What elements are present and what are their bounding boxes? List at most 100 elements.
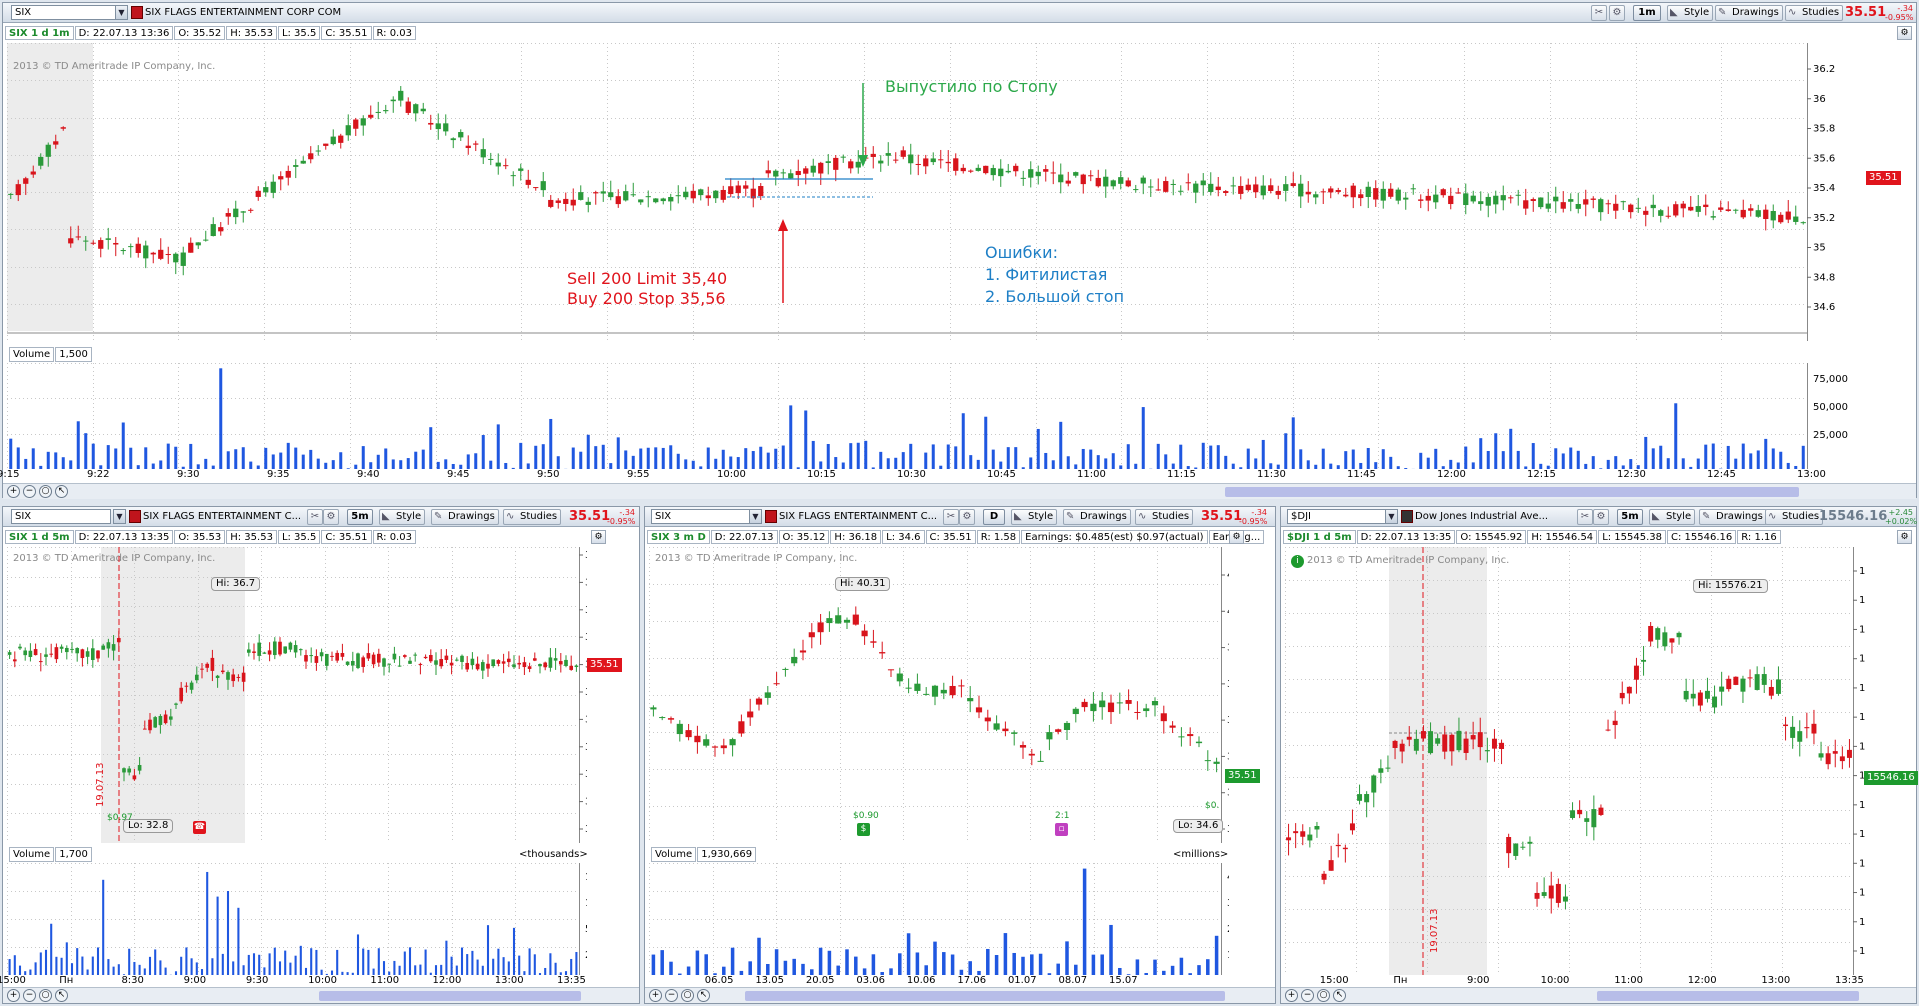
- scroll-thumb[interactable]: [745, 991, 1225, 1001]
- time-axis-label: 11:00: [1614, 975, 1644, 986]
- drawings-button[interactable]: ✎ Drawings: [431, 509, 499, 525]
- chart-settings-icon[interactable]: ⚙: [1897, 26, 1912, 40]
- candle-body: [570, 199, 576, 206]
- pointer-icon[interactable]: ↖: [1333, 989, 1346, 1002]
- candle-body: [747, 711, 754, 718]
- studies-button[interactable]: ∿ Studies: [1785, 5, 1844, 21]
- symbol-input[interactable]: $DJI: [1287, 509, 1387, 524]
- settings-icon[interactable]: ⚙: [323, 509, 339, 525]
- zoom-out-icon[interactable]: −: [23, 989, 36, 1002]
- chart-settings-icon[interactable]: ⚙: [591, 530, 606, 544]
- settings-icon[interactable]: ⚙: [1593, 509, 1609, 525]
- volume-bar: [310, 948, 313, 975]
- style-button[interactable]: ◣ Style: [1011, 509, 1058, 525]
- settings-icon[interactable]: ⚙: [959, 509, 975, 525]
- drawings-button[interactable]: ✎ Drawings: [1063, 509, 1131, 525]
- candle-body: [473, 143, 479, 145]
- split-event-icon[interactable]: ▫: [1055, 823, 1068, 836]
- volume-bar: [669, 961, 673, 975]
- drawings-button[interactable]: ✎ Drawings: [1699, 509, 1767, 525]
- aggregation-button[interactable]: 5m: [1617, 509, 1643, 525]
- symbol-dropdown-button[interactable]: ▼: [749, 509, 762, 524]
- studies-button[interactable]: ∿ Studies: [1765, 509, 1824, 525]
- scroll-thumb[interactable]: [1597, 991, 1859, 1001]
- volume-bar: [1082, 868, 1087, 975]
- tools-icon[interactable]: ✂: [943, 509, 959, 525]
- zoom-in-icon[interactable]: +: [649, 989, 662, 1002]
- panel-c-price-chart[interactable]: 2013 © TD Ameritrade IP Company, Inc. 155…: [1285, 547, 1865, 975]
- candle-body: [998, 168, 1004, 177]
- zoom-in-icon[interactable]: +: [7, 989, 20, 1002]
- tools-icon[interactable]: ✂: [1577, 509, 1593, 525]
- candle-body: [1783, 724, 1789, 727]
- symbol-dropdown-button[interactable]: ▼: [115, 5, 128, 20]
- chart-tag[interactable]: SIX 3 m D: [647, 530, 710, 544]
- zoom-out-icon[interactable]: −: [665, 989, 678, 1002]
- style-button[interactable]: ◣ Style: [1649, 509, 1696, 525]
- symbol-input[interactable]: SIX: [651, 509, 751, 524]
- symbol-input[interactable]: SIX: [11, 509, 111, 524]
- panel-c-scrollbar[interactable]: + − ○ ↖: [1281, 987, 1916, 1003]
- style-button[interactable]: ◣ Style: [379, 509, 426, 525]
- drawings-button[interactable]: ✎ Drawings: [1715, 5, 1783, 21]
- style-button[interactable]: ◣ Style: [1667, 5, 1714, 21]
- candle-body: [1046, 732, 1053, 740]
- price-axis-label: 35.2: [1813, 213, 1835, 224]
- zoom-fit-icon[interactable]: ○: [1317, 989, 1330, 1002]
- candle-body: [491, 659, 496, 667]
- candle-body: [408, 660, 412, 664]
- volume-bar: [406, 458, 410, 469]
- candle-body: [1413, 738, 1419, 751]
- aggregation-button[interactable]: 5m: [347, 509, 373, 525]
- zoom-in-icon[interactable]: +: [7, 485, 20, 498]
- candle-body: [1200, 180, 1206, 186]
- dividend-event-icon[interactable]: $: [857, 823, 870, 836]
- time-axis-label: 10:00: [717, 469, 746, 480]
- zoom-fit-icon[interactable]: ○: [681, 989, 694, 1002]
- zoom-fit-icon[interactable]: ○: [39, 485, 52, 498]
- earnings-event-icon[interactable]: ☎: [193, 821, 206, 834]
- symbol-input[interactable]: SIX: [11, 5, 121, 20]
- zoom-out-icon[interactable]: −: [1301, 989, 1314, 1002]
- pointer-icon[interactable]: ↖: [55, 485, 68, 498]
- main-scrollbar[interactable]: + − ○ ↖: [3, 483, 1916, 499]
- tools-icon[interactable]: ✂: [1591, 5, 1607, 21]
- aggregation-button[interactable]: 1m: [1633, 5, 1661, 21]
- panel-a-volume-chart[interactable]: 150 100 50 25: [7, 863, 587, 975]
- chart-tag[interactable]: SIX 1 d 5m: [5, 530, 74, 544]
- tools-icon[interactable]: ✂: [307, 509, 323, 525]
- scroll-thumb[interactable]: [1225, 487, 1799, 497]
- symbol-dropdown-button[interactable]: ▼: [113, 509, 126, 524]
- panel-b-scrollbar[interactable]: + − ○ ↖: [645, 987, 1275, 1003]
- settings-icon[interactable]: ⚙: [1609, 5, 1625, 21]
- volume-bar: [252, 953, 256, 975]
- studies-button[interactable]: ∿ Studies: [503, 509, 562, 525]
- panel-b-volume-chart[interactable]: 4 3 2 1: [649, 863, 1229, 975]
- annotation-stop-out: Выпустило по Стопу: [885, 77, 1058, 96]
- chart-tag[interactable]: SIX 1 d 1m: [5, 26, 74, 40]
- pointer-icon[interactable]: ↖: [697, 989, 710, 1002]
- info-date: D: 22.07.13 13:35: [74, 530, 174, 544]
- zoom-fit-icon[interactable]: ○: [39, 989, 52, 1002]
- symbol-dropdown-button[interactable]: ▼: [1385, 509, 1398, 524]
- panel-a-scrollbar[interactable]: + − ○ ↖: [3, 987, 639, 1003]
- candle-body: [54, 647, 59, 660]
- pointer-icon[interactable]: ↖: [55, 989, 68, 1002]
- panel-a-price-chart[interactable]: 2013 © TD Ameritrade IP Company, Inc. 37.…: [7, 547, 587, 843]
- zoom-out-icon[interactable]: −: [23, 485, 36, 498]
- chart-tag[interactable]: $DJI 1 d 5m: [1283, 530, 1356, 544]
- main-volume-chart[interactable]: 75,000 50,000 25,000: [7, 363, 1869, 469]
- volume-bar: [336, 949, 339, 975]
- candle-body: [1080, 174, 1086, 185]
- volume-bar: [570, 958, 573, 975]
- zoom-in-icon[interactable]: +: [1285, 989, 1298, 1002]
- info-icon[interactable]: i: [1291, 555, 1304, 568]
- chart-settings-icon[interactable]: ⚙: [1897, 530, 1912, 544]
- scroll-thumb[interactable]: [319, 991, 581, 1001]
- aggregation-button[interactable]: D: [983, 509, 1005, 525]
- candle-body: [1768, 686, 1774, 696]
- panel-b-price-chart[interactable]: 2013 © TD Ameritrade IP Company, Inc. 41 4…: [649, 547, 1229, 843]
- studies-button[interactable]: ∿ Studies: [1135, 509, 1194, 525]
- candle-body: [368, 114, 374, 118]
- chart-settings-icon[interactable]: ⚙: [1229, 530, 1244, 544]
